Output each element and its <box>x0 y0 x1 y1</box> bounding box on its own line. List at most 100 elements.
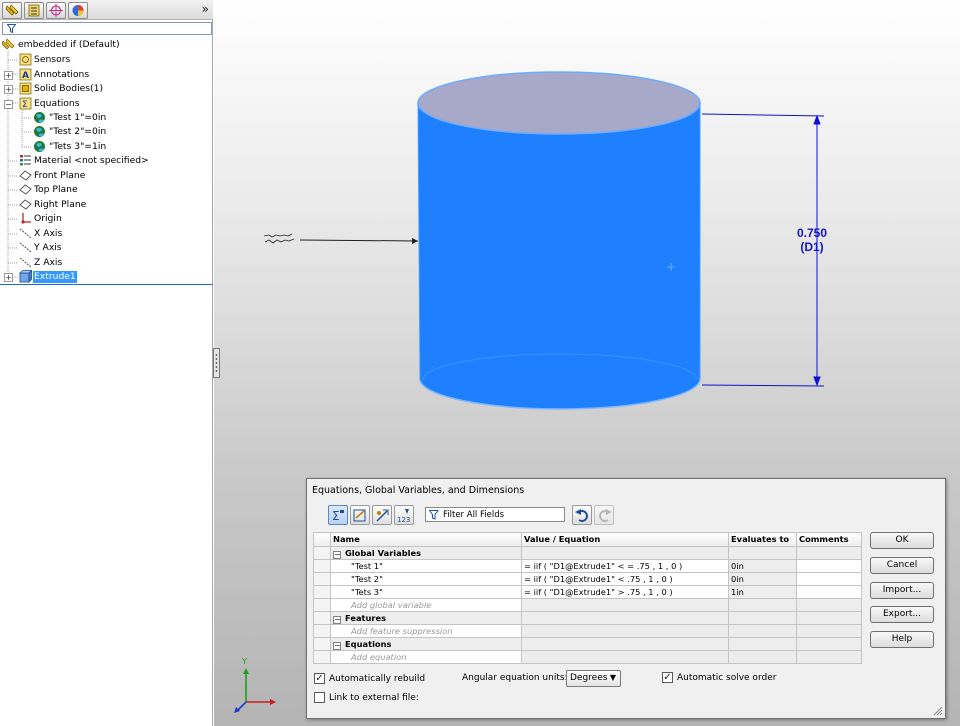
table-row[interactable]: "Test 2" = iif ( "D1@Extrude1" < .75 , 1… <box>313 572 862 586</box>
expand-icon[interactable]: + <box>4 71 13 80</box>
tree-filter-input[interactable] <box>2 22 212 35</box>
add-global-variable-row[interactable]: Add global variable <box>313 598 862 612</box>
sketch-equation-view-button[interactable] <box>350 505 370 525</box>
filter-all-fields-input[interactable]: Filter All Fields <box>425 507 565 522</box>
angular-units-select[interactable]: Degrees ▼ <box>566 670 621 687</box>
tree-item-right-plane[interactable]: Right Plane <box>0 198 213 212</box>
table-row[interactable]: "Test 1" = iif ( "D1@Extrude1" < = .75 ,… <box>313 559 862 573</box>
column-header-name[interactable]: Name <box>330 532 522 547</box>
collapse-icon[interactable]: − <box>333 641 341 650</box>
svg-text:A: A <box>22 71 29 81</box>
ok-button[interactable]: OK <box>870 532 934 549</box>
tree-item-label: Front Plane <box>34 170 86 181</box>
variable-name-cell[interactable]: "Test 1" <box>330 559 522 573</box>
section-label[interactable]: − Features <box>330 611 522 625</box>
tree-item-equation[interactable]: "Tets 3"=1in <box>0 140 213 154</box>
more-tabs-icon[interactable]: » <box>202 2 209 16</box>
section-global-variables[interactable]: − Global Variables <box>313 546 862 560</box>
rollback-bar[interactable] <box>0 284 213 285</box>
crosshair-icon <box>49 4 63 17</box>
tree-item-x-axis[interactable]: X Axis <box>0 227 213 241</box>
tab-property-manager[interactable] <box>24 2 44 19</box>
comment-cell[interactable] <box>796 572 862 586</box>
variable-name-cell[interactable]: "Test 2" <box>330 572 522 586</box>
dimension-value[interactable]: 0.750 <box>797 226 827 240</box>
tab-feature-manager[interactable] <box>2 2 22 19</box>
ordered-view-icon: 123 <box>397 509 410 523</box>
feature-manager-panel: » embedded if (Default) Sensors + A Anno… <box>0 0 213 726</box>
comment-cell[interactable] <box>796 585 862 599</box>
tree-item-material[interactable]: Material <not specified> <box>0 154 213 168</box>
feature-manager-icon <box>5 4 19 16</box>
tab-display-manager[interactable] <box>68 2 88 19</box>
section-label[interactable]: − Equations <box>330 637 522 651</box>
add-equation-row[interactable]: Add equation <box>313 650 862 664</box>
angular-units-value: Degrees <box>570 673 608 683</box>
equation-cell[interactable]: = iif ( "D1@Extrude1" < = .75 , 1 , 0 ) <box>521 559 729 573</box>
equations-grid: Name Value / Equation Evaluates to Comme… <box>313 532 862 664</box>
equation-cell[interactable]: = iif ( "D1@Extrude1" < .75 , 1 , 0 ) <box>521 572 729 586</box>
tree-item-equation[interactable]: "Test 1"=0in <box>0 111 213 125</box>
undo-button[interactable] <box>572 505 592 525</box>
tree-item-label: Right Plane <box>34 199 87 210</box>
help-button[interactable]: Help <box>870 631 934 648</box>
svg-text:Y: Y <box>241 657 247 666</box>
table-row[interactable]: "Tets 3" = iif ( "D1@Extrude1" > .75 , 1… <box>313 585 862 599</box>
auto-rebuild-label: Automatically rebuild <box>329 674 426 684</box>
section-label[interactable]: − Global Variables <box>330 546 522 560</box>
tab-configuration-manager[interactable] <box>46 2 66 19</box>
column-header-evaluates[interactable]: Evaluates to <box>728 532 797 547</box>
add-feature-row[interactable]: Add feature suppression <box>313 624 862 638</box>
ordered-view-button[interactable]: 123 <box>394 505 414 525</box>
variable-name-cell[interactable]: "Tets 3" <box>330 585 522 599</box>
globe-icon <box>34 112 45 123</box>
cylinder-top-face[interactable] <box>417 71 701 135</box>
resize-grip-icon[interactable] <box>933 706 943 716</box>
grip-dots-icon <box>215 354 218 372</box>
section-features[interactable]: − Features <box>313 611 862 625</box>
dimension-name[interactable]: (D1) <box>800 240 823 254</box>
cancel-button[interactable]: Cancel <box>870 557 934 574</box>
redo-button[interactable] <box>594 505 614 525</box>
section-equations[interactable]: − Equations <box>313 637 862 651</box>
evaluates-cell: 0in <box>728 559 797 573</box>
dimension-view-button[interactable] <box>372 505 392 525</box>
collapse-icon[interactable]: − <box>333 615 341 624</box>
add-feature-cell[interactable]: Add feature suppression <box>330 624 522 638</box>
property-manager-icon <box>28 4 40 17</box>
collapse-icon[interactable]: − <box>333 550 341 559</box>
tree-root-part[interactable]: embedded if (Default) <box>0 38 213 52</box>
material-icon <box>20 155 31 166</box>
tree-item-equations[interactable]: − Σ Equations <box>0 97 213 111</box>
expand-icon[interactable]: + <box>4 273 13 282</box>
tree-item-solid-bodies[interactable]: + Solid Bodies(1) <box>0 82 213 96</box>
auto-rebuild-checkbox[interactable]: ✓ <box>314 673 325 684</box>
comment-cell[interactable] <box>796 559 862 573</box>
panel-splitter[interactable] <box>213 348 220 378</box>
add-global-variable-cell[interactable]: Add global variable <box>330 598 522 612</box>
collapse-icon[interactable]: − <box>4 100 13 109</box>
import-button[interactable]: Import... <box>870 582 934 599</box>
link-external-checkbox[interactable] <box>314 692 325 703</box>
row-stub <box>313 637 331 651</box>
tree-item-front-plane[interactable]: Front Plane <box>0 169 213 183</box>
tree-item-extrude1[interactable]: + Extrude1 <box>0 270 213 284</box>
column-header-comments[interactable]: Comments <box>796 532 862 547</box>
tree-item-origin[interactable]: Origin <box>0 212 213 226</box>
equation-view-button[interactable]: Σ <box>328 505 348 525</box>
tree-item-y-axis[interactable]: Y Axis <box>0 241 213 255</box>
tree-item-top-plane[interactable]: Top Plane <box>0 183 213 197</box>
add-equation-cell[interactable]: Add equation <box>330 650 522 664</box>
sketch-equation-icon <box>353 509 366 522</box>
expand-icon[interactable]: + <box>4 85 13 94</box>
auto-solve-checkbox[interactable]: ✓ <box>662 672 673 683</box>
tree-item-annotations[interactable]: + A Annotations <box>0 68 213 82</box>
tree-item-z-axis[interactable]: Z Axis <box>0 256 213 270</box>
export-button[interactable]: Export... <box>870 606 934 623</box>
tree-item-sensors[interactable]: Sensors <box>0 53 213 67</box>
equation-cell[interactable]: = iif ( "D1@Extrude1" > .75 , 1 , 0 ) <box>521 585 729 599</box>
cylinder-body[interactable] <box>418 103 701 410</box>
column-header-value[interactable]: Value / Equation <box>521 532 729 547</box>
tree-item-equation[interactable]: "Test 2"=0in <box>0 125 213 139</box>
view-triad[interactable]: Y <box>234 657 276 713</box>
